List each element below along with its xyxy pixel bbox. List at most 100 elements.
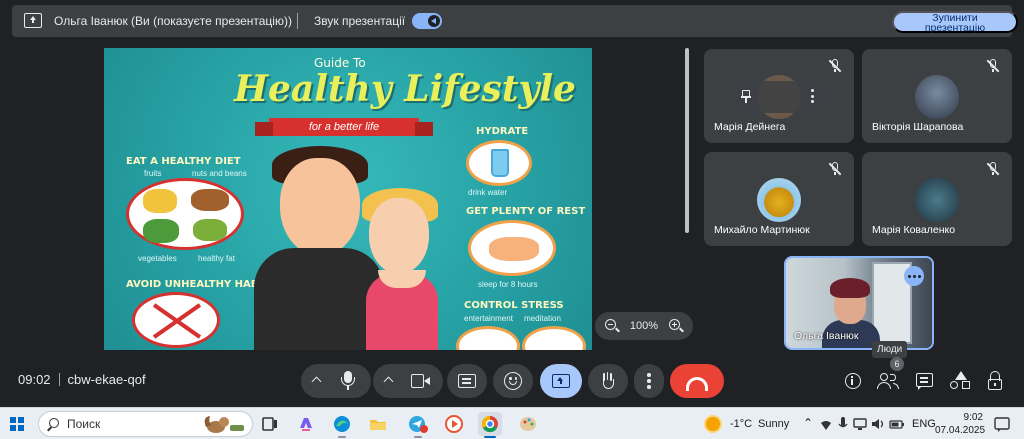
people-icon [880,373,888,381]
slide-eat-heading: EAT A HEALTHY DIET [126,156,241,167]
mic-off-icon [986,59,1000,73]
self-more-button[interactable] [904,266,924,286]
presenting-banner: Ольга Іванюк (Ви (показуєте презентацію)… [12,5,1018,37]
mic-options-button[interactable] [311,376,322,387]
weather-temp[interactable]: -1°C [730,418,752,430]
tray-wifi-icon[interactable] [818,414,834,434]
chrome-app[interactable] [478,412,502,438]
tray-mic-icon[interactable] [836,414,850,434]
folder-icon [370,420,386,430]
water-bubble [466,140,532,186]
rest-bubble [468,220,556,276]
camera-options-button[interactable] [383,376,394,387]
slide-rest-heading: GET PLENTY OF REST [466,206,586,217]
camera-icon [411,374,424,388]
captions-button[interactable] [447,364,487,398]
emoji-icon [504,372,522,390]
leave-call-button[interactable] [670,364,724,398]
tile-more-button[interactable] [811,89,815,105]
self-name: Ольга Іванюк [794,330,859,342]
presentation-sound-toggle[interactable] [412,13,442,29]
copilot-app[interactable] [294,412,318,436]
more-options-button[interactable] [634,364,664,398]
banner-divider [297,13,298,29]
file-explorer-app[interactable] [366,412,390,436]
participant-tile[interactable]: Марія Коваленко [862,152,1012,246]
info-icon [845,373,861,389]
clock-time: 9:02 [963,412,983,423]
avocado-image [193,219,227,241]
notification-icon [994,417,1010,432]
chat-button[interactable] [910,366,940,396]
slide-sleep-label: sleep for 8 hours [478,280,538,289]
present-screen-icon [24,13,42,28]
media-player-app[interactable] [442,412,466,436]
edge-app[interactable] [330,412,354,438]
slide-ribbon: for a better life [255,118,433,136]
camera-button[interactable] [411,374,431,388]
stage-scrollbar[interactable] [685,48,689,233]
search-input[interactable] [67,416,187,432]
slide-entertainment-label: entertainment [464,314,513,323]
zoom-out-button[interactable] [603,317,621,335]
meeting-code: cbw-ekae-qof [67,372,146,387]
meet-window: Ольга Іванюк (Ви (показуєте презентацію)… [0,0,1024,439]
meeting-details-button[interactable] [838,366,868,396]
activities-button[interactable] [946,366,976,396]
telegram-app[interactable] [406,412,430,438]
avatar [915,75,959,119]
stop-presenting-button[interactable]: Зупинити презентацію [892,11,1018,33]
shapes-icon [955,371,967,380]
participant-tile[interactable]: Михайло Мартинюк [704,152,854,246]
slide-headline: Healthy Lifestyle [234,68,576,110]
zoom-in-button[interactable] [667,317,685,335]
presenter-title: Ольга Іванюк (Ви (показуєте презентацію)… [54,14,292,28]
reactions-button[interactable] [493,364,533,398]
tray-network-icon[interactable] [852,414,868,434]
host-controls-button[interactable] [982,366,1012,396]
raise-hand-button[interactable] [588,364,628,398]
microphone-button[interactable] [341,371,355,391]
slide-fat-label: healthy fat [198,254,235,263]
slide-fruits-label: fruits [144,169,162,178]
man-shirt [254,248,384,350]
start-button[interactable] [10,417,24,431]
avatar [915,178,959,222]
paint-app[interactable] [516,412,540,436]
mic-off-icon [828,162,842,176]
weather-icon [706,417,720,431]
fruit-image [143,189,177,213]
pin-button[interactable] [741,90,751,104]
slide-drink-label: drink water [468,188,508,197]
tray-volume-icon[interactable] [870,414,886,434]
man-figure [280,158,360,256]
task-view-button[interactable] [258,412,282,436]
participant-tile[interactable]: Вікторія Шарапова [862,49,1012,143]
weather-text[interactable]: Sunny [758,418,789,430]
input-language[interactable]: ENG [912,418,936,430]
clock-date: 07.04.2025 [935,425,986,436]
meeting-time: 09:02 [18,372,51,387]
mic-off-icon [986,162,1000,176]
sleeping-image [489,237,539,261]
presentation-stage: Guide To Healthy Lifestyle for a better … [12,45,693,350]
participant-name: Марія Дейнега [714,121,786,133]
participant-tile[interactable]: Марія Дейнега [704,49,854,143]
speaker-icon [428,15,440,27]
notifications-button[interactable] [990,413,1014,437]
mic-off-icon [828,59,842,73]
people-tooltip: Люди [872,341,908,358]
nuts-image [191,189,229,211]
tray-overflow-icon[interactable]: ⌃ [803,416,813,430]
present-screen-button[interactable] [540,364,582,398]
zoom-controls: 100% [595,312,693,340]
taskbar-search[interactable] [38,411,253,437]
edge-icon [334,416,350,432]
self-video-tile[interactable]: Ольга Іванюк [784,256,934,350]
avoid-bubble [132,292,220,348]
taskbar-clock[interactable]: 9:02 07.04.2025 [935,411,986,437]
tray-battery-icon[interactable] [888,414,906,434]
woman-figure [369,198,429,274]
zoom-level: 100% [629,320,659,332]
slide-meditation-label: meditation [524,314,561,323]
